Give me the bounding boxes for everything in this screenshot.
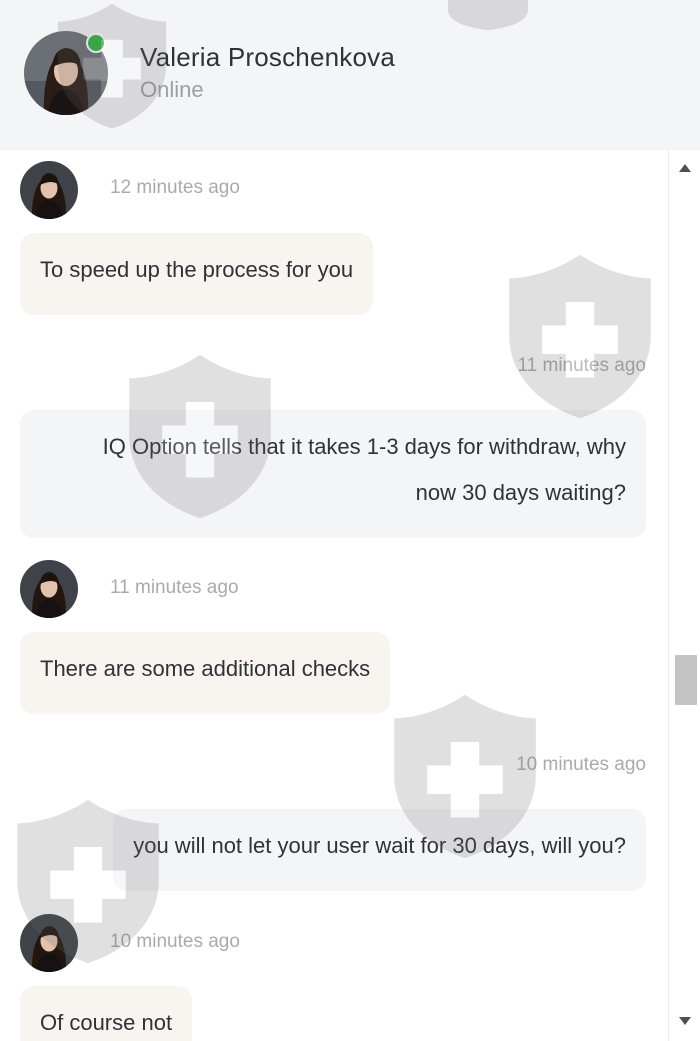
message-text-line: IQ Option tells that it takes 1-3 days f… <box>102 434 626 459</box>
message-timestamp: 11 minutes ago <box>517 355 646 376</box>
message-avatar <box>20 914 78 972</box>
message-text: To speed up the process for you <box>40 257 354 282</box>
message-text-line: now 30 days waiting? <box>415 480 626 505</box>
chat-scrollbar[interactable] <box>668 150 700 1041</box>
scroll-thumb[interactable] <box>675 655 697 705</box>
agent-status: Online <box>140 77 204 102</box>
user-avatar-icon <box>20 914 78 972</box>
message-avatar <box>20 161 78 219</box>
online-status-dot <box>86 33 106 53</box>
message-text: Of course not <box>40 1010 173 1035</box>
user-message-bubble: IQ Option tells that it takes 1-3 days f… <box>20 410 646 538</box>
message-timestamp: 10 minutes ago <box>110 931 240 952</box>
message-timestamp: 12 minutes ago <box>110 177 240 198</box>
message-text: There are some additional checks <box>40 656 371 681</box>
message-text: you will not let your user wait for 30 d… <box>133 833 626 858</box>
agent-name: Valeria Proschenkova <box>140 42 395 72</box>
message-timestamp: 10 minutes ago <box>516 754 646 775</box>
scroll-down-arrow-icon[interactable] <box>679 1017 691 1025</box>
user-message-bubble: you will not let your user wait for 30 d… <box>113 809 646 891</box>
chat-header: Valeria Proschenkova Online <box>0 0 700 150</box>
message-avatar <box>20 560 78 618</box>
chat-messages[interactable]: 12 minutes ago To speed up the process f… <box>0 150 668 1041</box>
scroll-up-arrow-icon[interactable] <box>679 164 691 172</box>
user-avatar-icon <box>20 560 78 618</box>
agent-message-bubble: Of course not <box>20 986 193 1041</box>
user-avatar-icon <box>20 161 78 219</box>
agent-message-bubble: There are some additional checks <box>20 632 391 714</box>
message-timestamp: 11 minutes ago <box>110 577 239 598</box>
agent-message-bubble: To speed up the process for you <box>20 233 374 315</box>
